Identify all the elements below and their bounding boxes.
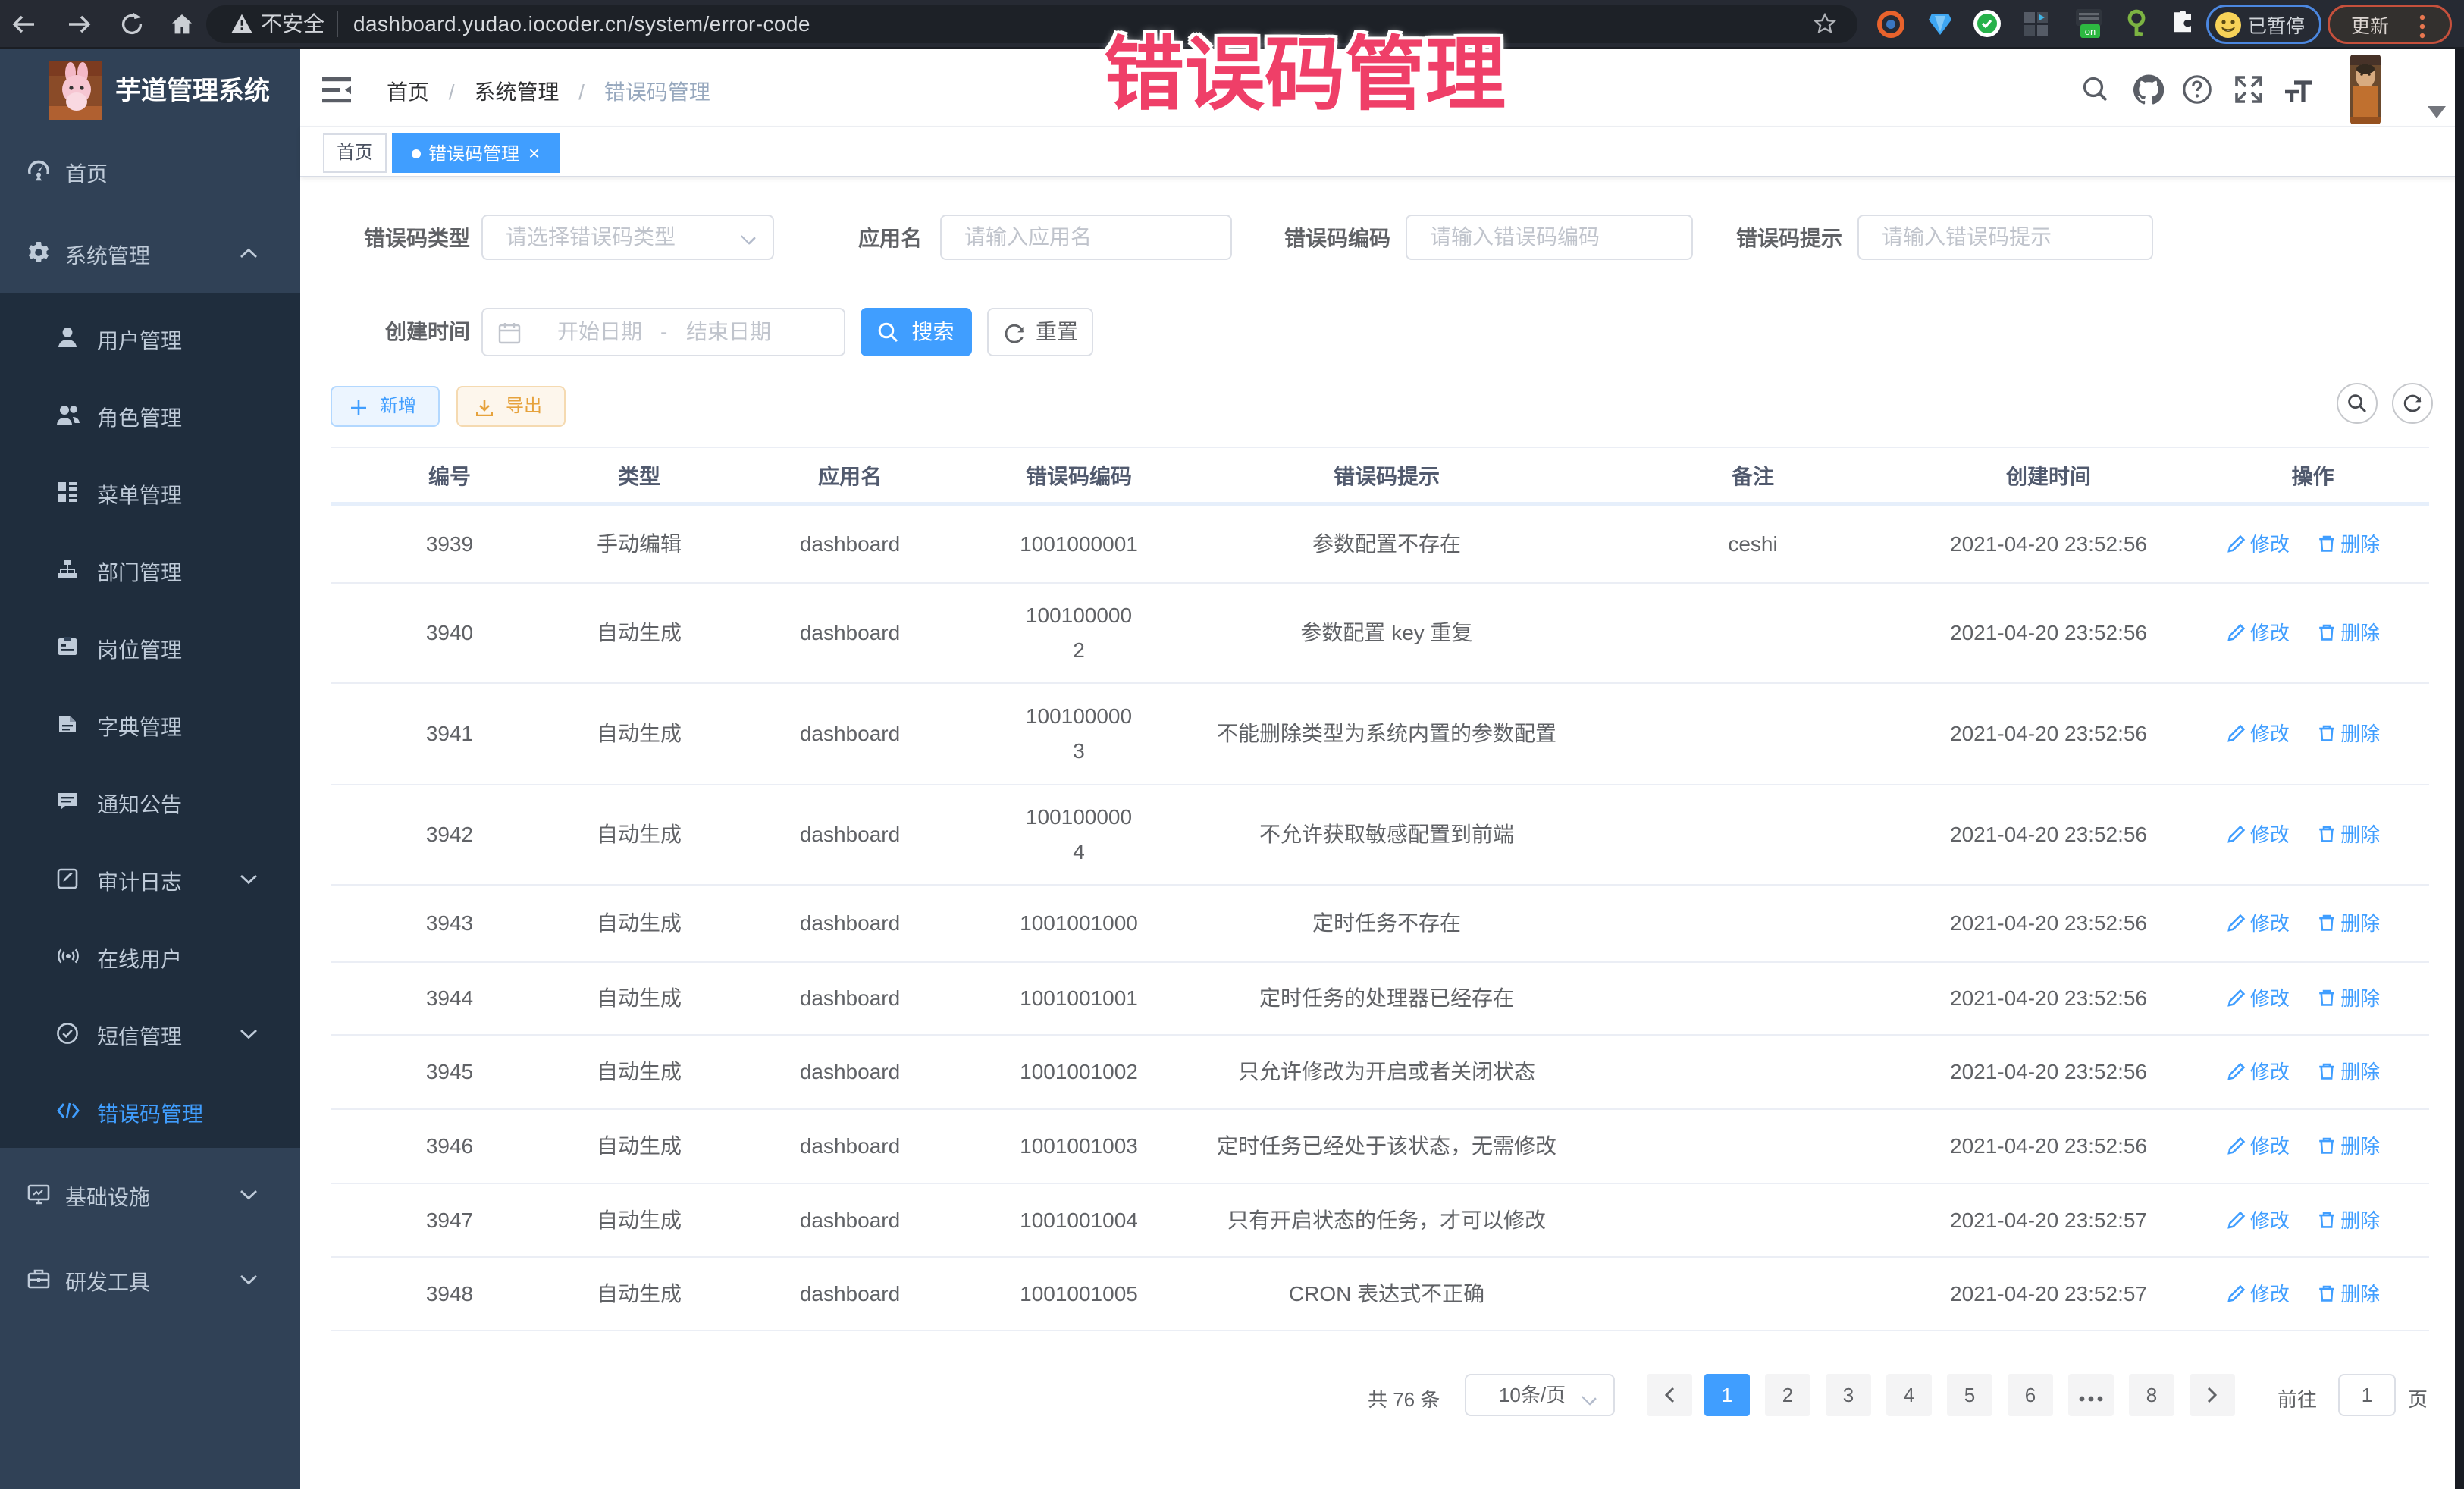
svg-text:on: on xyxy=(2085,26,2096,37)
